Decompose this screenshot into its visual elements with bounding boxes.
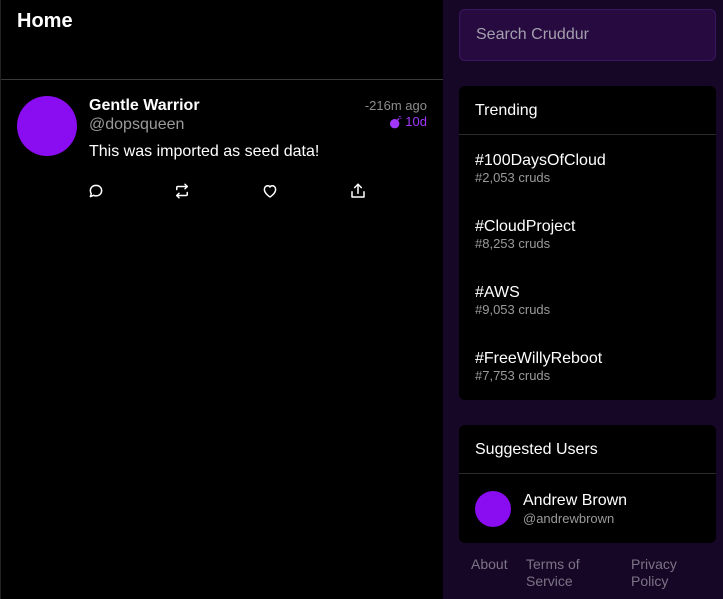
avatar[interactable] [475,491,511,527]
suggested-user-handle: @andrewbrown [523,511,615,526]
bomb-icon [390,115,402,128]
suggested-user[interactable]: Andrew Brown @andrewbrown [459,474,716,542]
search-input[interactable] [459,9,716,61]
trending-title: Trending [459,86,716,135]
trending-tag: #AWS [475,284,520,301]
post-expires-label: 10d [405,114,427,129]
trending-item[interactable]: #FreeWillyReboot #7,753 cruds [459,333,716,399]
avatar[interactable] [17,96,77,156]
app: Home Gentle Warrior @dopsqueen This was … [0,0,723,599]
post-expires: 10d [365,114,427,130]
post-message: This was imported as seed data! [89,143,320,160]
footer-privacy-link[interactable]: Privacy Policy [631,556,701,590]
trending-item[interactable]: #CloudProject #8,253 cruds [459,201,716,267]
sidebar: Trending #100DaysOfCloud #2,053 cruds #C… [443,0,723,599]
trending-item[interactable]: #100DaysOfCloud #2,053 cruds [459,135,716,201]
trending-tag: #FreeWillyReboot [475,350,603,367]
home-feed: Home Gentle Warrior @dopsqueen This was … [0,0,443,599]
suggested-user-name: Andrew Brown [523,492,628,509]
reply-icon [89,184,103,198]
trending-tag: #100DaysOfCloud [475,152,606,169]
page-title: Home [17,10,73,32]
like-button[interactable] [259,180,281,202]
post-actions [85,180,375,204]
trending-count: #8,253 cruds [475,236,551,251]
share-icon [351,183,365,198]
trending-panel: Trending #100DaysOfCloud #2,053 cruds #C… [459,86,716,400]
post-time-ago: -216m ago [364,98,427,113]
trending-count: #9,053 cruds [475,302,551,317]
feed-header: Home [1,0,443,80]
suggested-users-title: Suggested Users [459,425,716,474]
trending-count: #7,753 cruds [475,368,551,383]
trending-tag: #CloudProject [475,218,576,235]
trending-count: #2,053 cruds [475,170,551,185]
like-icon [263,185,277,198]
repost-icon [176,183,188,199]
post-meta: -216m ago 10d [365,98,427,130]
suggested-users-panel: Suggested Users Andrew Brown @andrewbrow… [459,425,716,543]
trending-item[interactable]: #AWS #9,053 cruds [459,267,716,333]
share-button[interactable] [347,180,369,202]
footer-about-link[interactable]: About [471,556,508,573]
repost-button[interactable] [171,180,193,202]
footer-terms-link[interactable]: Terms of Service [526,556,606,590]
reply-button[interactable] [85,180,107,202]
